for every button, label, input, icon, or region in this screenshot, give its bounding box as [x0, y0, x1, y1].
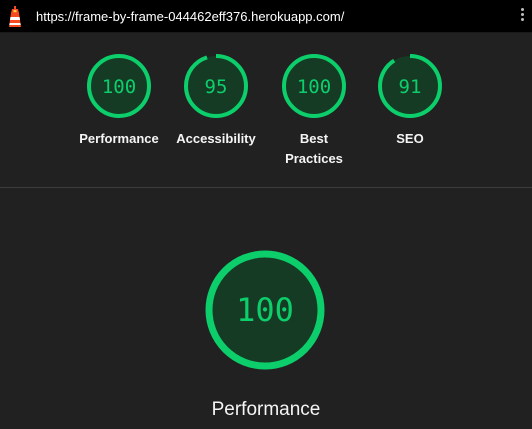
performance-score: 100	[102, 76, 136, 98]
best-practices-label: Best Practices	[285, 131, 343, 166]
gauge-performance[interactable]: 100 Performance	[71, 53, 167, 149]
performance-detail-score: 100	[236, 291, 294, 329]
gauge-seo[interactable]: 91 SEO	[362, 53, 458, 149]
accessibility-label: Accessibility	[176, 131, 256, 146]
top-bar: https://frame-by-frame-044462eff376.hero…	[0, 0, 532, 33]
performance-label: Performance	[79, 131, 159, 146]
page-url: https://frame-by-frame-044462eff376.hero…	[36, 9, 345, 24]
seo-score: 91	[399, 76, 422, 98]
accessibility-gauge-ring: 95	[184, 54, 248, 118]
score-summary: 100 Performance 95 Accessibility 100 Bes…	[0, 33, 532, 187]
kebab-menu-icon[interactable]	[517, 8, 527, 26]
performance-detail-title: Performance	[211, 399, 321, 420]
gauge-accessibility[interactable]: 95 Accessibility	[168, 53, 264, 149]
performance-detail-gauge: 100	[205, 250, 325, 370]
seo-label: SEO	[396, 131, 424, 146]
best-practices-gauge-ring: 100	[282, 54, 346, 118]
lighthouse-icon	[9, 6, 21, 27]
gauge-best-practices[interactable]: 100 Best Practices	[266, 53, 362, 169]
seo-gauge-ring: 91	[378, 54, 442, 118]
section-divider	[0, 187, 532, 188]
performance-gauge-ring: 100	[87, 54, 151, 118]
best-practices-score: 100	[297, 76, 331, 98]
accessibility-score: 95	[205, 76, 228, 98]
